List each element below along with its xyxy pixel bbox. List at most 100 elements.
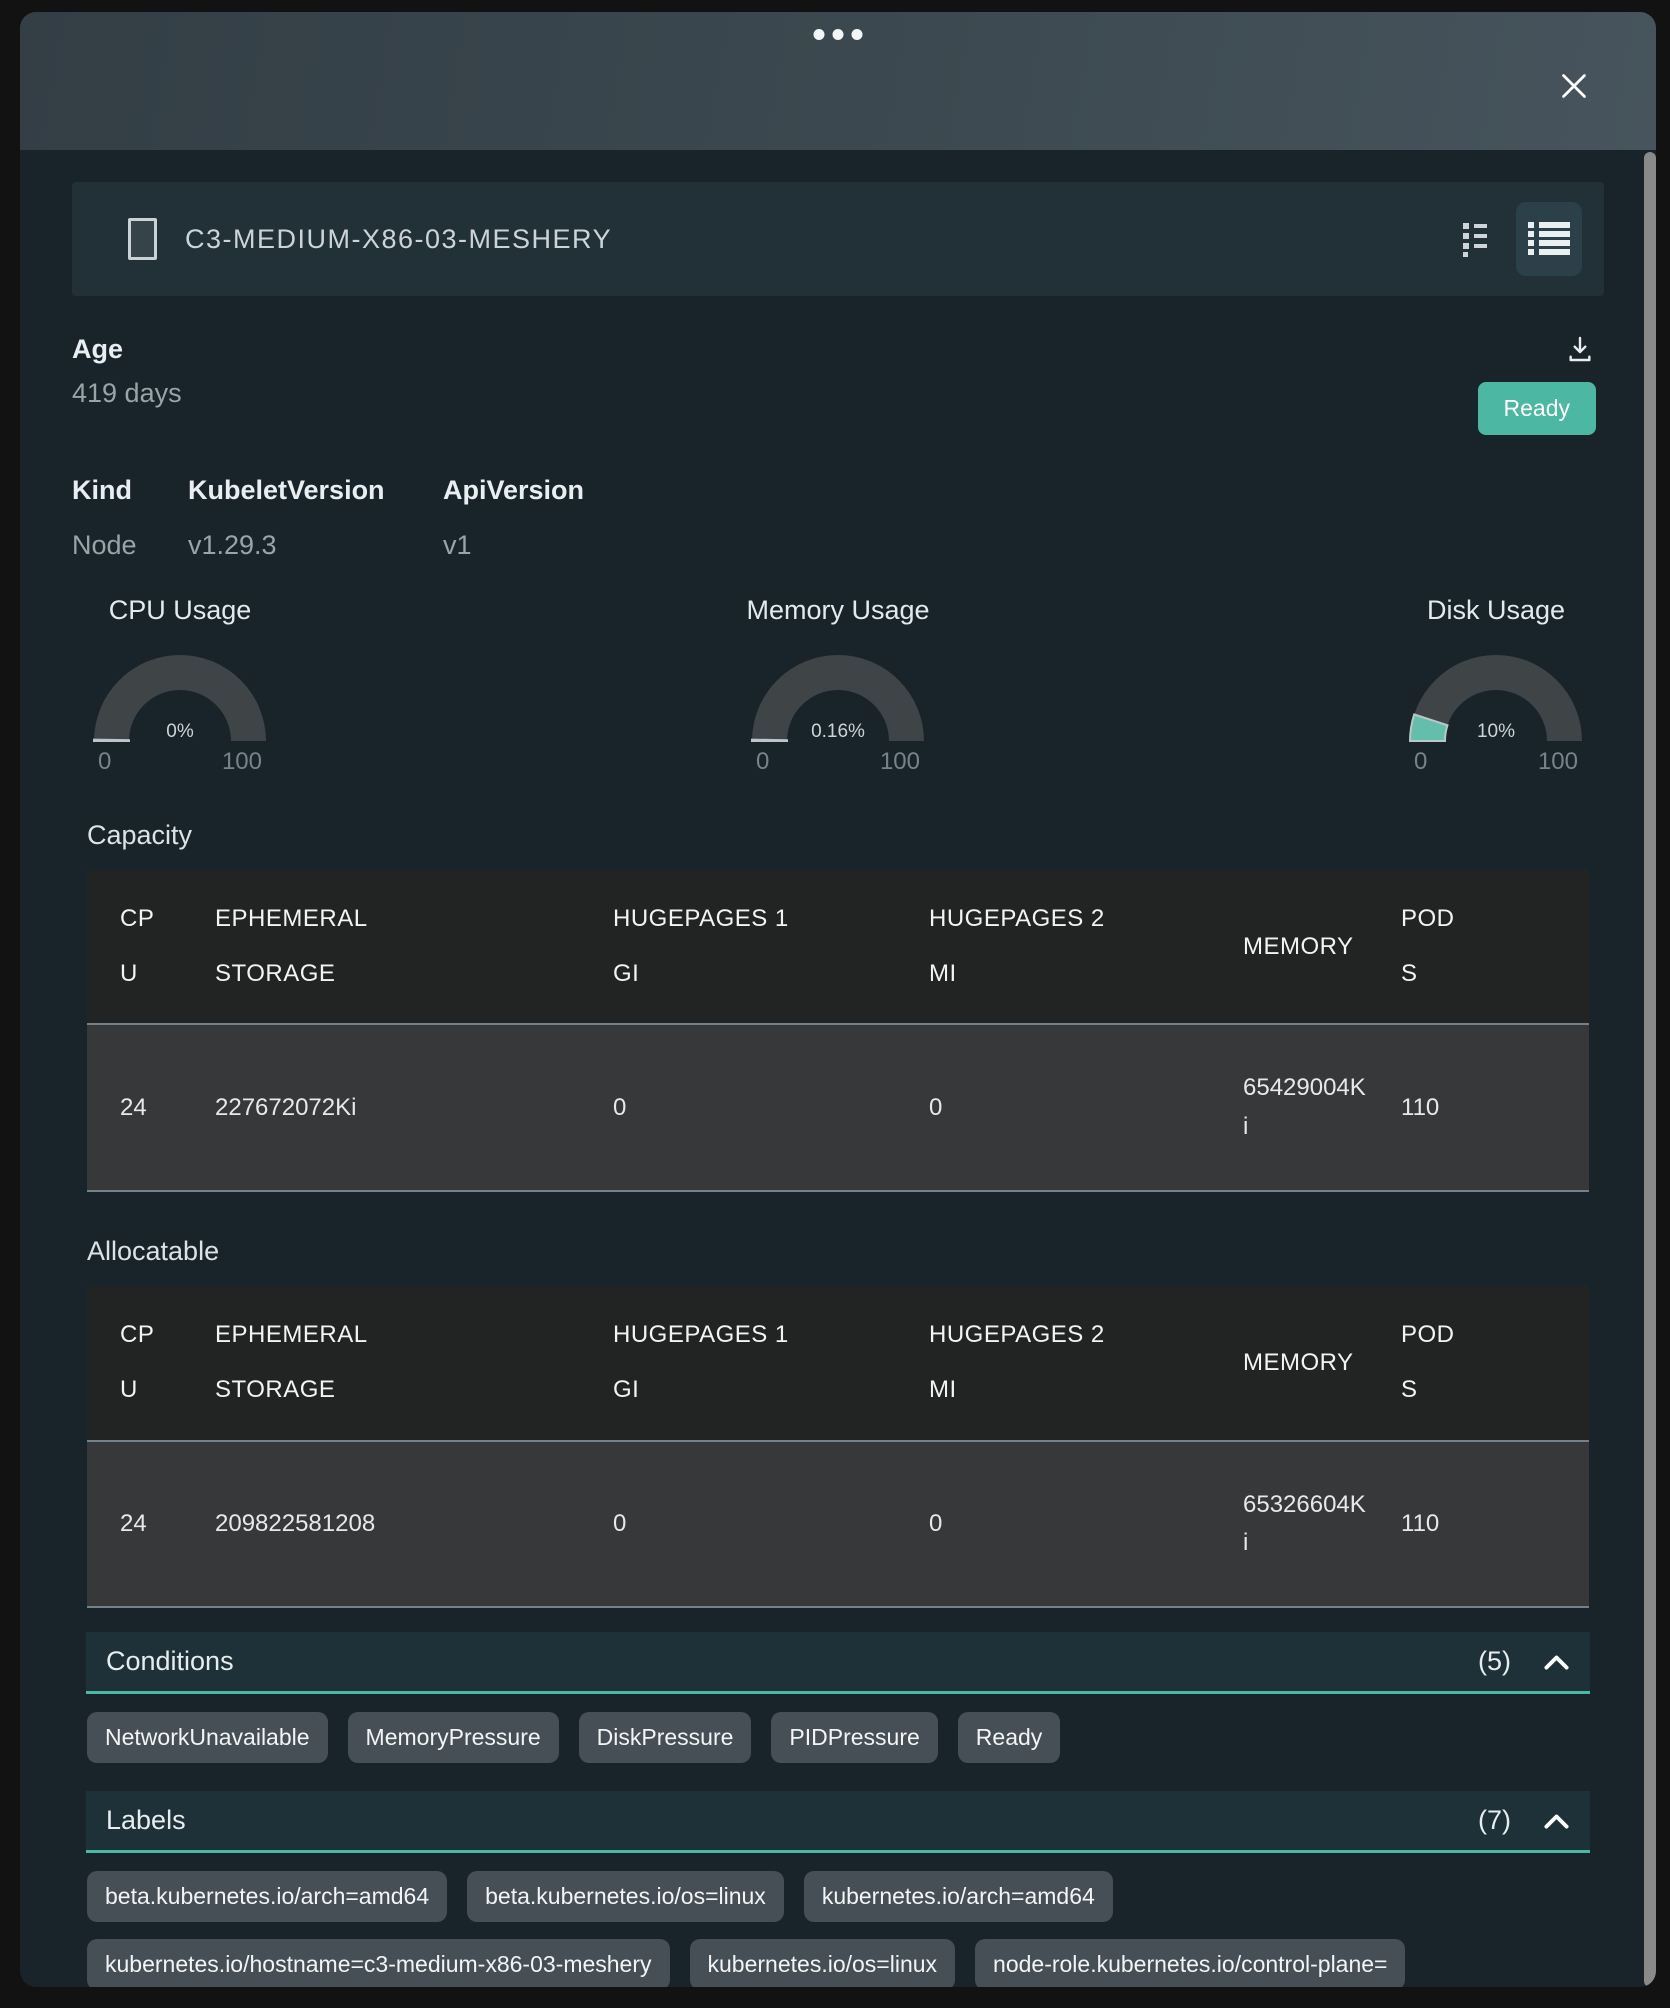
cpu-gauge-value: 0% — [166, 721, 194, 742]
node-title: C3-MEDIUM-X86-03-MESHERY — [185, 224, 612, 255]
disk-gauge-title: Disk Usage — [1427, 595, 1565, 626]
close-icon — [1556, 68, 1592, 104]
label-chip[interactable]: beta.kubernetes.io/os=linux — [467, 1871, 784, 1922]
download-icon — [1564, 334, 1596, 366]
cpu-gauge-title: CPU Usage — [109, 595, 252, 626]
label-chip[interactable]: kubernetes.io/hostname=c3-medium-x86-03-… — [87, 1939, 670, 1987]
allocatable-data-row: 24 209822581208 0 0 65326604Ki 110 — [87, 1441, 1589, 1608]
allocatable-ephemeral-storage: 209822581208 — [199, 1441, 597, 1608]
conditions-section-header[interactable]: Conditions (5) — [86, 1632, 1590, 1694]
node-checkbox[interactable] — [128, 218, 157, 260]
scrollbar-thumb[interactable] — [1644, 152, 1656, 1987]
status-block: Ready — [1478, 334, 1596, 435]
col-cpu: CPU — [120, 891, 166, 1001]
memory-gauge-arc: 0.16% — [742, 648, 934, 744]
kind-label: Kind — [72, 475, 188, 506]
cpu-usage-gauge: CPU Usage 0% 0 100 — [84, 595, 276, 776]
condition-chip[interactable]: Ready — [958, 1712, 1060, 1763]
cpu-gauge-arc: 0% — [84, 648, 276, 744]
compact-list-icon — [1462, 220, 1488, 258]
age-status-row: Age 419 days Ready — [72, 334, 1604, 435]
age-value: 419 days — [72, 378, 182, 409]
gauge-max-label: 100 — [880, 748, 920, 776]
allocatable-memory: 65326604Ki — [1243, 1486, 1368, 1563]
memory-gauge-value: 0.16% — [811, 721, 865, 742]
label-chip[interactable]: kubernetes.io/arch=amd64 — [804, 1871, 1113, 1922]
kubelet-version-column: KubeletVersion v1.29.3 — [188, 475, 443, 561]
disk-gauge-value: 10% — [1477, 721, 1515, 742]
conditions-chips: NetworkUnavailable MemoryPressure DiskPr… — [87, 1712, 1589, 1763]
conditions-title: Conditions — [106, 1646, 234, 1677]
col-hugepages-2mi: HUGEPAGES 2 MI — [929, 1307, 1117, 1417]
gauge-fill — [94, 740, 129, 741]
labels-count: (7) — [1478, 1805, 1511, 1836]
capacity-table: CPU EPHEMERAL STORAGE HUGEPAGES 1 GI HUG… — [87, 869, 1589, 1192]
gauge-min-label: 0 — [1414, 748, 1427, 776]
condition-chip[interactable]: MemoryPressure — [348, 1712, 559, 1763]
capacity-memory: 65429004Ki — [1243, 1069, 1368, 1146]
labels-chips: beta.kubernetes.io/arch=amd64 beta.kuber… — [87, 1871, 1589, 1987]
col-ephemeral-storage: EPHEMERAL STORAGE — [215, 1307, 371, 1417]
chevron-up-icon[interactable] — [1543, 1813, 1570, 1829]
col-hugepages-1gi: HUGEPAGES 1 GI — [613, 891, 801, 1001]
col-hugepages-1gi: HUGEPAGES 1 GI — [613, 1307, 801, 1417]
drag-handle-icon[interactable] — [814, 29, 863, 40]
conditions-count: (5) — [1478, 1646, 1511, 1677]
label-chip[interactable]: node-role.kubernetes.io/control-plane= — [975, 1939, 1405, 1987]
allocatable-heading: Allocatable — [87, 1236, 1589, 1267]
allocatable-table: CPU EPHEMERAL STORAGE HUGEPAGES 1 GI HUG… — [87, 1285, 1589, 1608]
chevron-up-icon[interactable] — [1543, 1654, 1570, 1670]
capacity-hugepages-2mi: 0 — [913, 1024, 1227, 1191]
condition-chip[interactable]: PIDPressure — [771, 1712, 937, 1763]
modal-body: C3-MEDIUM-X86-03-MESHERY — [20, 150, 1656, 1987]
col-pods: PODS — [1401, 1307, 1461, 1417]
capacity-hugepages-1gi: 0 — [597, 1024, 913, 1191]
list-view-button[interactable] — [1516, 202, 1582, 276]
gauge-min-label: 0 — [98, 748, 111, 776]
modal-header — [20, 12, 1656, 150]
age-block: Age 419 days — [72, 334, 182, 409]
gauge-max-label: 100 — [1538, 748, 1578, 776]
col-pods: PODS — [1401, 891, 1461, 1001]
kind-value: Node — [72, 530, 188, 561]
disk-gauge-arc: 10% — [1400, 648, 1592, 744]
gauge-fill — [752, 740, 787, 741]
view-toggle — [1454, 202, 1582, 276]
allocatable-cpu: 24 — [87, 1441, 199, 1608]
memory-usage-gauge: Memory Usage 0.16% 0 100 — [742, 595, 934, 776]
capacity-header-row: CPU EPHEMERAL STORAGE HUGEPAGES 1 GI HUG… — [87, 869, 1589, 1024]
allocatable-pods: 110 — [1385, 1441, 1589, 1608]
allocatable-hugepages-2mi: 0 — [913, 1441, 1227, 1608]
condition-chip[interactable]: DiskPressure — [579, 1712, 752, 1763]
meta-row: Kind Node KubeletVersion v1.29.3 ApiVers… — [72, 475, 1604, 561]
label-chip[interactable]: kubernetes.io/os=linux — [690, 1939, 956, 1987]
download-button[interactable] — [1564, 334, 1596, 369]
capacity-ephemeral-storage: 227672072Ki — [199, 1024, 597, 1191]
gauges-row: CPU Usage 0% 0 100 Memory Usage 0.16% — [72, 595, 1604, 776]
kind-column: Kind Node — [72, 475, 188, 561]
ready-status-badge: Ready — [1478, 382, 1596, 435]
capacity-heading: Capacity — [87, 820, 1589, 851]
col-hugepages-2mi: HUGEPAGES 2 MI — [929, 891, 1117, 1001]
capacity-cpu: 24 — [87, 1024, 199, 1191]
api-version-label: ApiVersion — [443, 475, 584, 506]
allocatable-hugepages-1gi: 0 — [597, 1441, 913, 1608]
close-button[interactable] — [1554, 66, 1594, 106]
condition-chip[interactable]: NetworkUnavailable — [87, 1712, 328, 1763]
capacity-pods: 110 — [1385, 1024, 1589, 1191]
col-memory: MEMORY — [1243, 919, 1354, 974]
col-memory: MEMORY — [1243, 1335, 1354, 1390]
kubelet-version-label: KubeletVersion — [188, 475, 443, 506]
age-label: Age — [72, 334, 182, 365]
gauge-min-label: 0 — [756, 748, 769, 776]
node-title-bar: C3-MEDIUM-X86-03-MESHERY — [72, 182, 1604, 296]
memory-gauge-title: Memory Usage — [746, 595, 929, 626]
compact-view-button[interactable] — [1454, 212, 1496, 266]
labels-title: Labels — [106, 1805, 186, 1836]
allocatable-header-row: CPU EPHEMERAL STORAGE HUGEPAGES 1 GI HUG… — [87, 1285, 1589, 1440]
api-version-value: v1 — [443, 530, 584, 561]
labels-section-header[interactable]: Labels (7) — [86, 1791, 1590, 1853]
kubelet-version-value: v1.29.3 — [188, 530, 443, 561]
capacity-data-row: 24 227672072Ki 0 0 65429004Ki 110 — [87, 1024, 1589, 1191]
label-chip[interactable]: beta.kubernetes.io/arch=amd64 — [87, 1871, 447, 1922]
